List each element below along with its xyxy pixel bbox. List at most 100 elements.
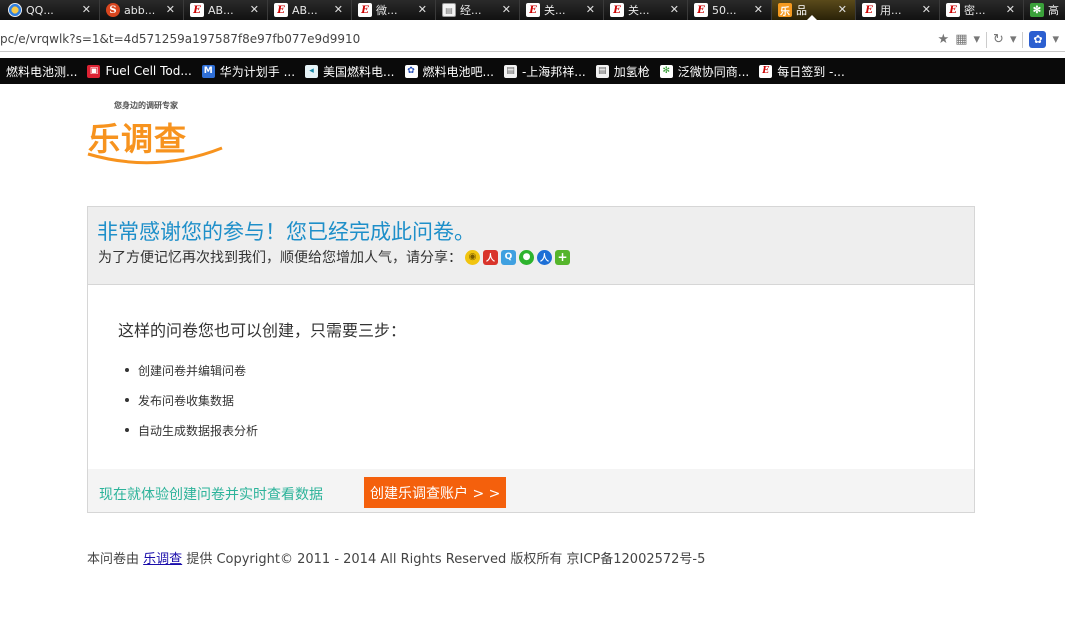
qq-icon [8,3,22,17]
bookmark-item[interactable]: ✻ 泛微协同商... [658,60,757,82]
browser-tab-active[interactable]: 乐 品 ✕ [772,0,856,20]
share-row: 为了方便记忆再次找到我们，顺便给您增加人气，请分享： ◉ 人 Q ● 人 + [98,247,570,267]
cyan-site-icon: ◂ [305,64,319,78]
cta-text: 现在就体验创建问卷并实时查看数据 [99,487,323,503]
bookmark-item[interactable]: ▤ 加氢枪 [594,60,658,82]
bookmark-label: 燃料电池测... [6,64,78,79]
browser-tab[interactable]: ▤ 经... ✕ [436,0,520,20]
logo-smile-arc [87,146,223,165]
create-account-button[interactable]: 创建乐调查账户 > > [364,477,507,508]
close-icon[interactable]: ✕ [922,3,931,16]
page-icon: ▤ [442,3,456,17]
refresh-icon[interactable]: ↻ [993,32,1004,47]
qq-space-icon[interactable]: Q [501,249,516,265]
baidu-icon[interactable]: 人 [537,249,552,265]
browser-tab[interactable]: E 密... ✕ [940,0,1024,20]
tab-title: 经... [460,4,482,17]
star-icon[interactable]: ★ [938,32,950,47]
bookmark-item[interactable]: ▤ -上海邦祥... [502,60,594,82]
page-icon: ▤ [503,64,517,78]
tab-title: 高 [1048,4,1059,17]
browser-tab[interactable]: ✻ 高 [1024,0,1065,20]
bookmark-label: 加氢枪 [613,64,650,79]
e-site-icon: E [190,3,204,17]
close-icon[interactable]: ✕ [418,3,427,16]
browser-tab[interactable]: E 关... ✕ [520,0,604,20]
weibo-icon[interactable]: ◉ [465,249,480,265]
footer-site-link[interactable]: 乐调查 [143,552,182,567]
bookmark-label: 美国燃料电... [323,64,395,79]
panel-header: 非常感谢您的参与！您已经完成此问卷。 为了方便记忆再次找到我们，顺便给您增加人气… [88,207,974,285]
footer-copyright: 提供 Copyright© 2011 - 2014 All Rights Res… [186,552,706,567]
wechat-icon[interactable]: ● [519,249,534,265]
browser-tab[interactable]: E 50... ✕ [688,0,772,20]
bookmark-item[interactable]: E 每日签到 -... [757,60,853,82]
close-icon[interactable]: ✕ [502,3,511,16]
browser-tab[interactable]: E 微... ✕ [352,0,436,20]
renren-icon[interactable]: 人 [483,249,498,265]
baidu-paw-icon[interactable]: ✿ [1029,31,1047,48]
url-text[interactable]: pc/e/vrqwlk?s=1&t=4d571259a197587f8e97fb… [0,32,360,46]
bookmark-item[interactable]: ◂ 美国燃料电... [303,60,402,82]
blue-site-icon: M [201,64,215,78]
qr-code-icon[interactable]: ▦ [955,32,967,47]
close-icon[interactable]: ✕ [586,3,595,16]
browser-tab[interactable]: S abb... ✕ [100,0,184,20]
steps-title: 这样的问卷您也可以创建，只需要三步： [118,321,407,340]
close-icon[interactable]: ✕ [754,3,763,16]
thank-you-heading: 非常感谢您的参与！您已经完成此问卷。 [97,220,475,244]
tab-title: AB... [208,3,234,17]
close-icon[interactable]: ✕ [670,3,679,16]
e-site-icon: E [358,3,372,17]
active-tab-caret [806,15,818,20]
close-icon[interactable]: ✕ [250,3,259,16]
bookmark-item[interactable]: ✿ 燃料电池吧... [403,60,502,82]
browser-tab[interactable]: E AB... ✕ [268,0,352,20]
tab-title: 关... [628,4,650,17]
close-icon[interactable]: ✕ [838,3,847,16]
page-footer: 本问卷由 乐调查 提供 Copyright© 2011 - 2014 All R… [87,548,705,567]
e-site-icon: E [862,3,876,17]
tab-title: AB... [292,3,318,17]
e-site-icon: E [694,3,708,17]
footer-prefix: 本问卷由 [87,552,140,567]
chevron-down-icon[interactable]: ▾ [974,32,981,47]
close-icon[interactable]: ✕ [1006,3,1015,16]
bookmark-label: Fuel Cell Tod... [105,64,192,78]
site-logo[interactable]: 您身边的调研专家 乐调查 [86,100,226,168]
green-gear-icon: ✻ [1030,3,1044,17]
e-site-icon: E [759,64,773,78]
bookmark-label: 每日签到 -... [777,64,845,79]
close-icon[interactable]: ✕ [334,3,343,16]
cta-bar: 现在就体验创建问卷并实时查看数据 创建乐调查账户 > > [88,469,974,512]
browser-tab[interactable]: E 用... ✕ [856,0,940,20]
page-icon: ▤ [595,64,609,78]
bookmark-label: -上海邦祥... [521,64,586,79]
close-icon[interactable]: ✕ [166,3,175,16]
close-icon[interactable]: ✕ [82,3,91,16]
bookmark-label: 泛微协同商... [677,64,750,79]
e-site-icon: E [526,3,540,17]
bookmark-item[interactable]: ▣ Fuel Cell Tod... [85,60,199,82]
bookmark-item[interactable]: 燃料电池测... [4,60,85,82]
chevron-down-icon[interactable]: ▾ [1052,32,1059,47]
bookmark-label: 华为计划手 ... [219,64,296,79]
browser-tab[interactable]: QQ... ✕ [0,0,100,20]
more-share-icon[interactable]: + [555,249,570,265]
browser-tab[interactable]: E AB... ✕ [184,0,268,20]
divider [1022,31,1024,48]
chevron-down-icon[interactable]: ▾ [1010,32,1017,47]
address-bar[interactable]: pc/e/vrqwlk?s=1&t=4d571259a197587f8e97fb… [0,28,1065,52]
e-site-icon: E [610,3,624,17]
browser-tab[interactable]: E 关... ✕ [604,0,688,20]
tab-title: 微... [376,4,398,17]
address-bar-tools: ★ ▦ ▾ ↻ ▾ ✿ ▾ [938,31,1059,48]
tab-title: QQ... [26,3,54,17]
e-site-icon: E [274,3,288,17]
browser-tab-bar: QQ... ✕ S abb... ✕ E AB... ✕ E AB... ✕ E… [0,0,1065,20]
share-prompt: 为了方便记忆再次找到我们，顺便给您增加人气，请分享： [98,250,462,266]
list-item: 发布问卷收集数据 [118,392,258,422]
bookmark-item[interactable]: M 华为计划手 ... [200,60,303,82]
list-item: 创建问卷并编辑问卷 [118,362,258,392]
completion-panel: 非常感谢您的参与！您已经完成此问卷。 为了方便记忆再次找到我们，顺便给您增加人气… [87,206,975,513]
